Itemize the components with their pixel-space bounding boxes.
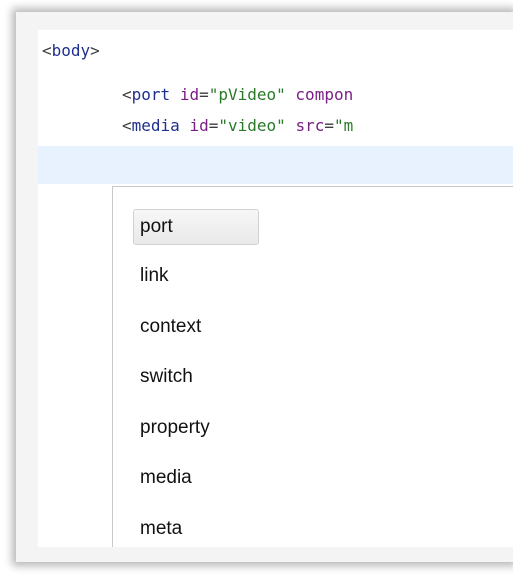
attribute-name: id [179,85,200,104]
equals-sign: = [199,85,209,104]
tag-close-bracket: > [90,41,100,60]
autocomplete-item-link[interactable]: link [133,263,259,289]
code-line-media: <media id="video" src="m [122,113,353,139]
autocomplete-popup: port link context switch property media … [112,186,513,547]
attribute-name: src [295,116,325,135]
tag-open-bracket: < [122,85,132,104]
autocomplete-item-context[interactable]: context [133,314,259,340]
attribute-name: id [189,116,209,135]
attribute-value: "pVideo" [208,85,286,104]
equals-sign: = [208,116,219,135]
tag-name: port [131,85,171,104]
attribute-value: "m [333,116,354,135]
autocomplete-item-switch[interactable]: switch [133,364,259,390]
tag-name: media [131,116,180,135]
autocomplete-list: port link context switch property media … [133,209,259,547]
tag-open-bracket: < [122,116,132,135]
tag-open-bracket: < [42,41,52,60]
autocomplete-item-media[interactable]: media [133,465,259,491]
equals-sign: = [324,116,334,135]
attribute-name: compon [295,85,354,104]
current-line-highlight[interactable] [38,146,513,184]
tag-name: body [51,41,91,60]
attribute-value: "video" [218,116,286,135]
code-editor[interactable]: <body> <port id="pVideo" compon <media i… [38,30,513,547]
autocomplete-item-property[interactable]: property [133,415,259,441]
autocomplete-item-meta[interactable]: meta [133,516,259,542]
code-line-body: <body> [42,38,100,64]
autocomplete-item-port[interactable]: port [133,209,259,245]
code-line-port: <port id="pVideo" compon [122,82,353,108]
